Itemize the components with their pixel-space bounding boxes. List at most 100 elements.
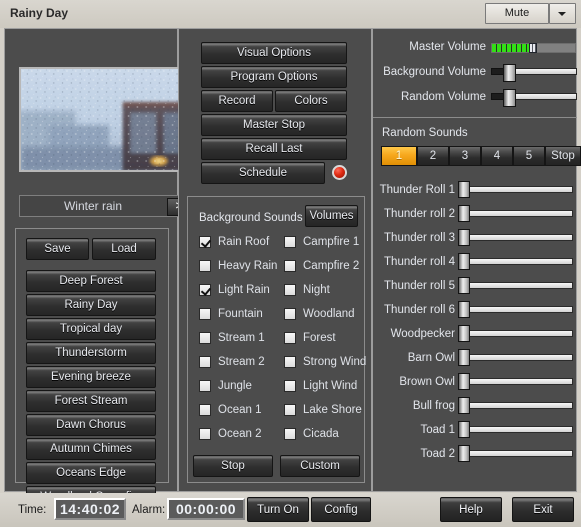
checkbox-ocean-2[interactable]: Ocean 2: [199, 428, 261, 440]
mute-dropdown-button[interactable]: [549, 3, 576, 24]
checkbox-stream-2[interactable]: Stream 2: [199, 356, 265, 368]
random-tab-5[interactable]: 5: [513, 146, 545, 166]
slider-thumb[interactable]: [458, 373, 470, 390]
checkbox-light-rain[interactable]: Light Rain: [199, 284, 270, 296]
slider-thumb[interactable]: [503, 89, 516, 107]
checkbox-heavy-rain[interactable]: Heavy Rain: [199, 260, 277, 272]
preset-button-0[interactable]: Deep Forest: [26, 270, 156, 292]
random-tab-stop[interactable]: Stop: [545, 146, 581, 166]
recall-last-button[interactable]: Recall Last: [201, 138, 347, 160]
random-slider-9[interactable]: [458, 397, 573, 414]
preset-button-6[interactable]: Dawn Chorus: [26, 414, 156, 436]
checkbox-label: Ocean 2: [218, 428, 262, 440]
config-button[interactable]: Config: [311, 497, 371, 522]
slider-thumb[interactable]: [458, 229, 470, 246]
visual-options-button[interactable]: Visual Options: [201, 42, 347, 64]
random-slider-label-row-10: Toad 1: [373, 424, 455, 440]
checkbox-jungle[interactable]: Jungle: [199, 380, 252, 392]
checkbox-label: Ocean 1: [218, 404, 262, 416]
random-slider-10[interactable]: [458, 421, 573, 438]
slider-thumb[interactable]: [458, 397, 470, 414]
checkbox-box: [284, 260, 296, 272]
mute-button[interactable]: Mute: [485, 3, 549, 24]
preset-button-4[interactable]: Evening breeze: [26, 366, 156, 388]
checkbox-light-wind[interactable]: Light Wind: [284, 380, 357, 392]
random-slider-8[interactable]: [458, 373, 573, 390]
random-slider-0[interactable]: [458, 181, 573, 198]
random-slider-5[interactable]: [458, 301, 573, 318]
slider-thumb[interactable]: [458, 325, 470, 342]
checkbox-campfire-1[interactable]: Campfire 1: [284, 236, 359, 248]
left-column-panel: Winter rain >> Save Load Deep Forest Rai…: [4, 28, 200, 508]
preset-button-1[interactable]: Rainy Day: [26, 294, 156, 316]
volumes-button[interactable]: Volumes: [305, 205, 358, 227]
slider-thumb[interactable]: [503, 64, 516, 82]
random-tab-1[interactable]: 1: [381, 146, 417, 166]
record-button[interactable]: Record: [201, 90, 273, 112]
slider-thumb[interactable]: [458, 181, 470, 198]
preset-button-5[interactable]: Forest Stream: [26, 390, 156, 412]
master-stop-button[interactable]: Master Stop: [201, 114, 347, 136]
random-slider-label-row-11: Toad 2: [373, 448, 455, 464]
checkbox-campfire-2[interactable]: Campfire 2: [284, 260, 359, 272]
checkbox-fountain[interactable]: Fountain: [199, 308, 263, 320]
slider-thumb[interactable]: [458, 301, 470, 318]
master-volume-meter[interactable]: [491, 43, 576, 53]
checkbox-box: [199, 404, 211, 416]
background-custom-button[interactable]: Custom: [280, 455, 360, 477]
preset-button-7[interactable]: Autumn Chimes: [26, 438, 156, 460]
checkbox-stream-1[interactable]: Stream 1: [199, 332, 265, 344]
background-stop-button[interactable]: Stop: [193, 455, 273, 477]
checkbox-strong-wind[interactable]: Strong Wind: [284, 356, 366, 368]
random-volume-slider[interactable]: [491, 89, 577, 107]
preview-image[interactable]: [19, 67, 200, 172]
slider-thumb[interactable]: [458, 205, 470, 222]
slider-track: [469, 186, 573, 193]
random-slider-1[interactable]: [458, 205, 573, 222]
random-slider-3[interactable]: [458, 253, 573, 270]
random-slider-7[interactable]: [458, 349, 573, 366]
random-slider-4[interactable]: [458, 277, 573, 294]
random-slider-label: Thunder Roll 1: [379, 184, 455, 196]
background-sounds-panel: Background Sounds Volumes Rain Roof Heav…: [187, 196, 366, 483]
turn-on-button[interactable]: Turn On: [247, 497, 309, 522]
checkbox-ocean-1[interactable]: Ocean 1: [199, 404, 261, 416]
random-slider-11[interactable]: [458, 445, 573, 462]
checkbox-cicada[interactable]: Cicada: [284, 428, 339, 440]
checkbox-label: Light Wind: [303, 380, 358, 392]
checkbox-lake-shore[interactable]: Lake Shore: [284, 404, 362, 416]
save-button[interactable]: Save: [26, 238, 89, 260]
master-volume-knob[interactable]: [529, 43, 537, 53]
random-tab-4[interactable]: 4: [481, 146, 513, 166]
preset-button-8[interactable]: Oceans Edge: [26, 462, 156, 484]
checkbox-box: [284, 380, 296, 392]
checkbox-night[interactable]: Night: [284, 284, 330, 296]
random-tab-3[interactable]: 3: [449, 146, 481, 166]
background-volume-row: Background Volume: [373, 66, 486, 82]
checkbox-rain-roof[interactable]: Rain Roof: [199, 236, 269, 248]
help-button[interactable]: Help: [440, 497, 502, 522]
random-slider-6[interactable]: [458, 325, 573, 342]
random-slider-2[interactable]: [458, 229, 573, 246]
random-slider-label: Thunder roll 6: [384, 304, 455, 316]
checkbox-forest[interactable]: Forest: [284, 332, 336, 344]
preset-button-2[interactable]: Tropical day: [26, 318, 156, 340]
checkbox-label: Light Rain: [218, 284, 270, 296]
slider-thumb[interactable]: [458, 253, 470, 270]
schedule-button[interactable]: Schedule: [201, 162, 325, 184]
exit-button[interactable]: Exit: [512, 497, 574, 522]
preset-button-3[interactable]: Thunderstorm: [26, 342, 156, 364]
colors-button[interactable]: Colors: [275, 90, 347, 112]
random-tab-2[interactable]: 2: [417, 146, 449, 166]
slider-thumb[interactable]: [458, 421, 470, 438]
slider-thumb[interactable]: [458, 349, 470, 366]
load-button[interactable]: Load: [92, 238, 156, 260]
slider-thumb[interactable]: [458, 277, 470, 294]
random-sounds-title: Random Sounds: [382, 127, 468, 139]
checkbox-box: [199, 332, 211, 344]
checkbox-box: [284, 332, 296, 344]
slider-thumb[interactable]: [458, 445, 470, 462]
program-options-button[interactable]: Program Options: [201, 66, 347, 88]
checkbox-woodland[interactable]: Woodland: [284, 308, 355, 320]
background-volume-slider[interactable]: [491, 64, 577, 82]
